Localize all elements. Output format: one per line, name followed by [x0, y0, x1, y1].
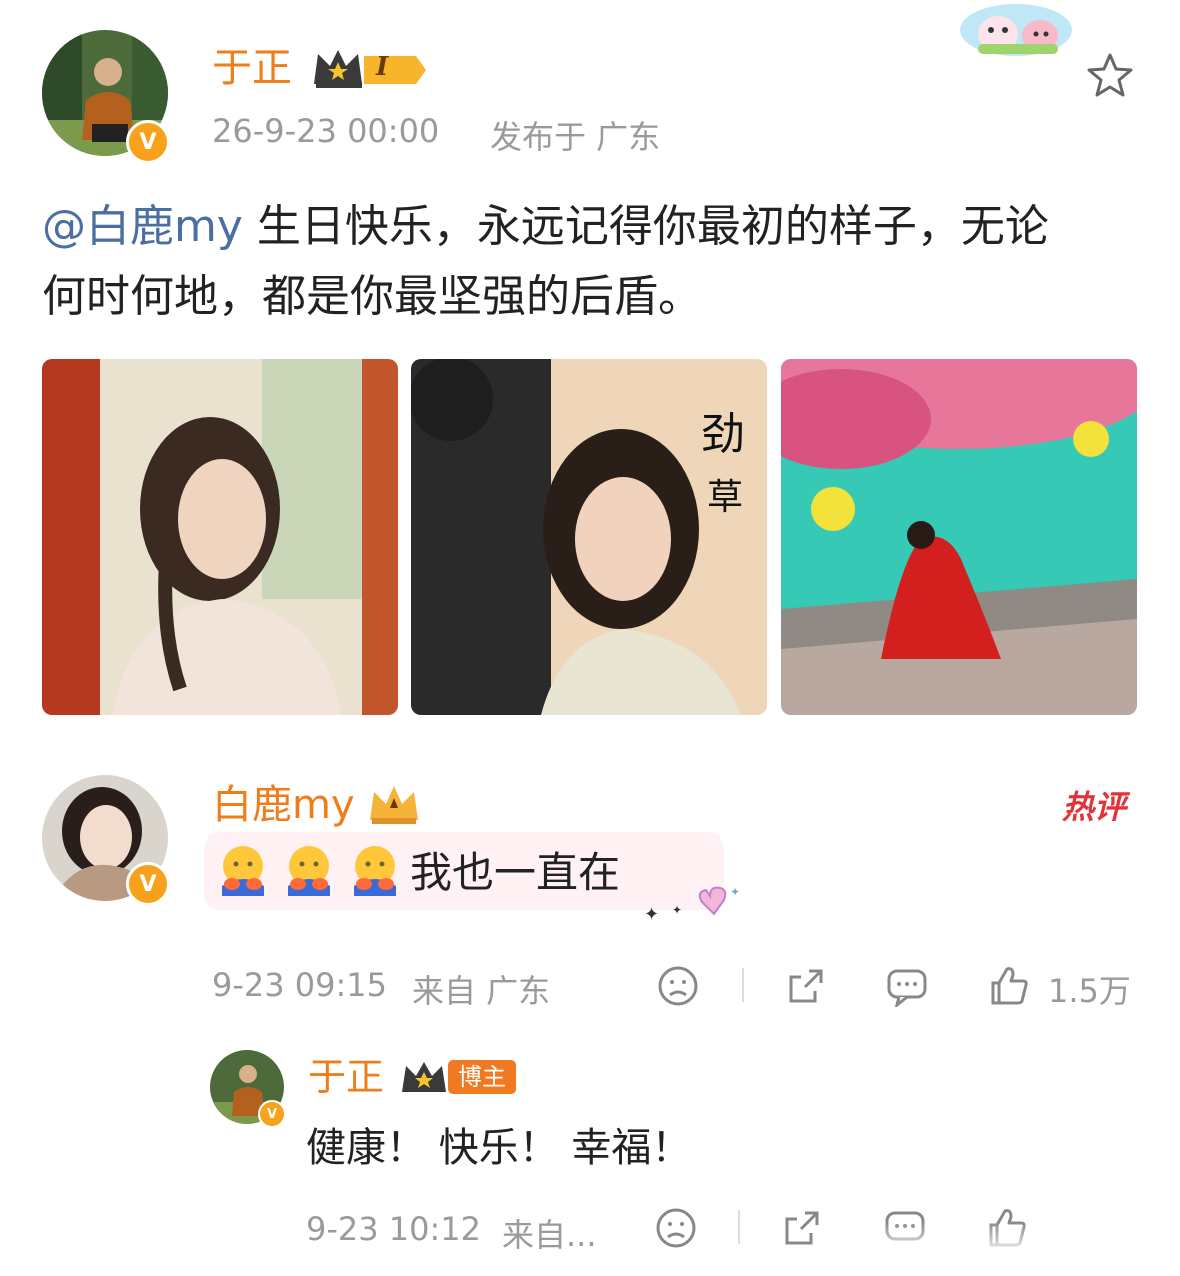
share-icon[interactable]	[784, 964, 828, 1008]
reply-author-name[interactable]: 于正	[308, 1054, 384, 1100]
hug-emoji-icon	[222, 846, 264, 896]
post-text-line2: 何时何地，都是你最坚强的后盾。	[42, 271, 702, 322]
svg-text:✦: ✦	[644, 904, 659, 925]
post-location: 发布于 广东	[490, 118, 661, 156]
dislike-icon[interactable]	[656, 964, 700, 1008]
mention-link[interactable]: @白鹿my	[42, 201, 243, 252]
dislike-icon[interactable]	[654, 1206, 698, 1250]
hug-emoji-icon	[354, 846, 396, 896]
level-badge: I	[376, 52, 389, 82]
cartoon-sticker	[958, 0, 1074, 58]
like-icon[interactable]	[986, 962, 1032, 1008]
bottom-fade	[860, 1222, 1180, 1276]
post-image-2[interactable]: 劲 草	[411, 359, 767, 715]
post-image-1[interactable]	[42, 359, 398, 715]
comment-source: 来自 广东	[412, 972, 551, 1010]
comment-timestamp: 9-23 09:15	[212, 966, 388, 1004]
heart-sparkle-icon: ✦ ✦ ✦	[640, 876, 740, 930]
post-text: 生日快乐，永远记得你最初的样子，无论	[242, 201, 1049, 252]
reply-source: 来自...	[502, 1216, 597, 1254]
svg-text:草: 草	[707, 477, 743, 518]
verified-icon: V	[126, 120, 170, 164]
crown-icon	[400, 1058, 452, 1102]
hug-emoji-row	[214, 842, 404, 900]
svg-text:✦: ✦	[730, 885, 740, 899]
post-image-3[interactable]	[781, 359, 1137, 715]
post-timestamp: 26-9-23 00:00	[212, 112, 440, 150]
verified-icon: V	[126, 862, 170, 906]
hug-emoji-icon	[288, 846, 330, 896]
post-text-line1: @白鹿my 生日快乐，永远记得你最初的样子，无论	[42, 192, 1142, 262]
share-icon[interactable]	[780, 1206, 824, 1250]
post-author-name[interactable]: 于正	[212, 42, 292, 94]
comment-text: 我也一直在	[410, 848, 621, 897]
svg-text:✦: ✦	[672, 903, 682, 917]
comment-icon[interactable]	[884, 964, 930, 1008]
svg-text:劲: 劲	[701, 409, 745, 460]
reply-text: 健康！ 快乐！ 幸福！	[306, 1125, 692, 1171]
action-divider	[738, 1210, 740, 1244]
reply-timestamp: 9-23 10:12	[306, 1210, 482, 1248]
blogger-badge: 博主	[448, 1060, 516, 1094]
hot-comment-tag: 热评	[1062, 788, 1127, 826]
crown-icon	[312, 44, 428, 92]
post-body: @白鹿my 生日快乐，永远记得你最初的样子，无论 何时何地，都是你最坚强的后盾。	[42, 192, 1142, 332]
action-divider	[742, 968, 744, 1002]
commenter-name[interactable]: 白鹿my	[212, 780, 355, 830]
crown-icon	[366, 782, 422, 832]
like-count: 1.5万	[1048, 972, 1131, 1010]
verified-icon: V	[258, 1100, 286, 1128]
star-icon[interactable]	[1084, 50, 1136, 102]
